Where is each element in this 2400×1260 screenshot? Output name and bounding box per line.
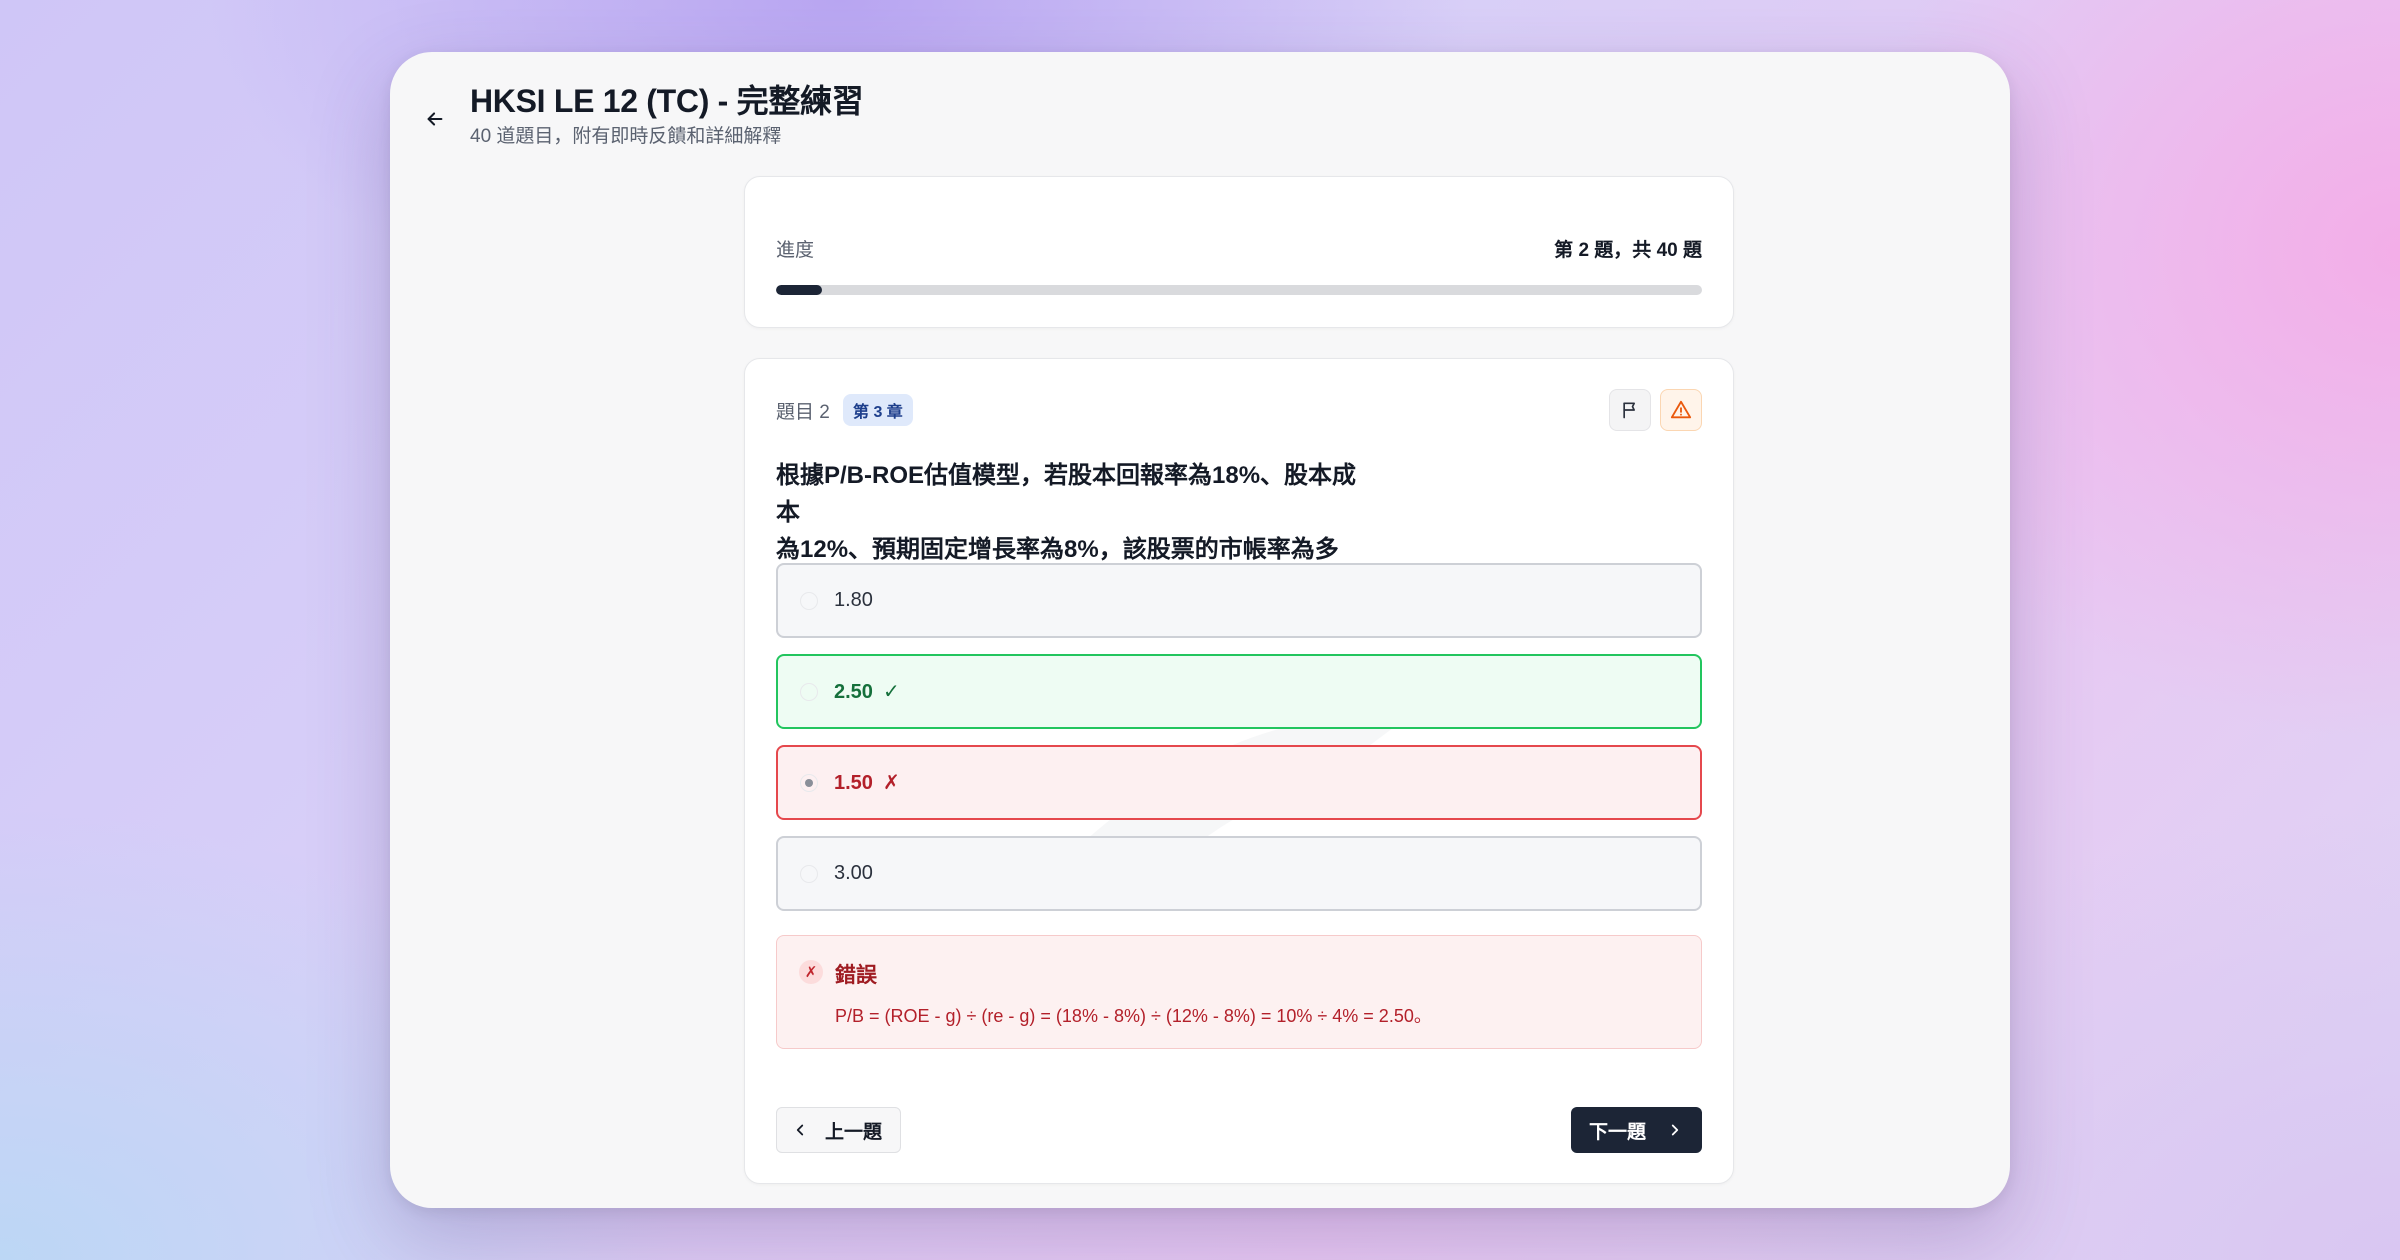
option-text: 1.50 [834,772,873,794]
previous-question-button[interactable]: 上一題 [776,1107,902,1153]
check-mark-icon: ✓ [882,681,900,703]
error-icon: ✗ [799,960,823,984]
progress-label: 進度 [776,240,815,261]
chapter-badge: 第 3 章 [843,394,913,426]
radio-button[interactable] [800,591,818,610]
radio-button[interactable] [800,682,818,701]
answer-options: 1.80 2.50 ✓ 1.50 ✗ 3.00 [776,563,1702,927]
answer-option-c[interactable]: 1.50 ✗ [776,745,1702,820]
next-question-button[interactable]: 下一題 [1570,1107,1702,1153]
question-text-line: 根據P/B-ROE估值模型，若股本回報率為18%、股本成本 [776,462,1357,526]
option-text: 1.80 [834,589,873,611]
option-text: 3.00 [834,862,873,884]
chevron-right-icon [1671,1124,1679,1136]
report-issue-button[interactable] [1660,389,1702,431]
flag-icon [1623,402,1635,419]
question-card: ExamPrep.hk 題目 2 第 3 章 根據P/B-ROE估值模型，若股本… [744,358,1734,1184]
progress-bar-fill [776,285,823,295]
chevron-left-icon [796,1124,804,1136]
back-button[interactable] [412,96,458,142]
answer-option-b[interactable]: 2.50 ✓ [776,654,1702,729]
answer-option-d[interactable]: 3.00 [776,836,1702,911]
radio-button[interactable] [800,864,818,883]
page-title: HKSI LE 12 (TC) - 完整練習 [470,83,864,119]
progress-count: 第 2 題，共 40 題 [1554,240,1702,261]
arrow-left-icon [427,112,443,126]
app-window: HKSI LE 12 (TC) - 完整練習 40 道題目，附有即時反饋和詳細解… [390,52,2010,1208]
feedback-explanation: P/B = (ROE - g) ÷ (re - g) = (18% - 8%) … [835,1006,1432,1026]
cross-mark-icon: ✗ [882,772,900,794]
question-number: 題目 2 [776,402,830,423]
next-label: 下一題 [1588,1121,1646,1143]
previous-label: 上一題 [825,1121,883,1143]
flag-question-button[interactable] [1609,389,1651,431]
warning-icon [1670,400,1692,419]
feedback-panel: ✗ 錯誤 P/B = (ROE - g) ÷ (re - g) = (18% -… [776,935,1702,1049]
progress-bar [776,285,1702,295]
page-subtitle: 40 道題目，附有即時反饋和詳細解釋 [470,126,782,147]
option-text: 2.50 [834,681,873,703]
answer-option-a[interactable]: 1.80 [776,563,1702,638]
radio-button[interactable] [800,773,818,792]
feedback-title: 錯誤 [835,964,877,987]
progress-card: 進度 第 2 題，共 40 題 [744,176,1734,328]
